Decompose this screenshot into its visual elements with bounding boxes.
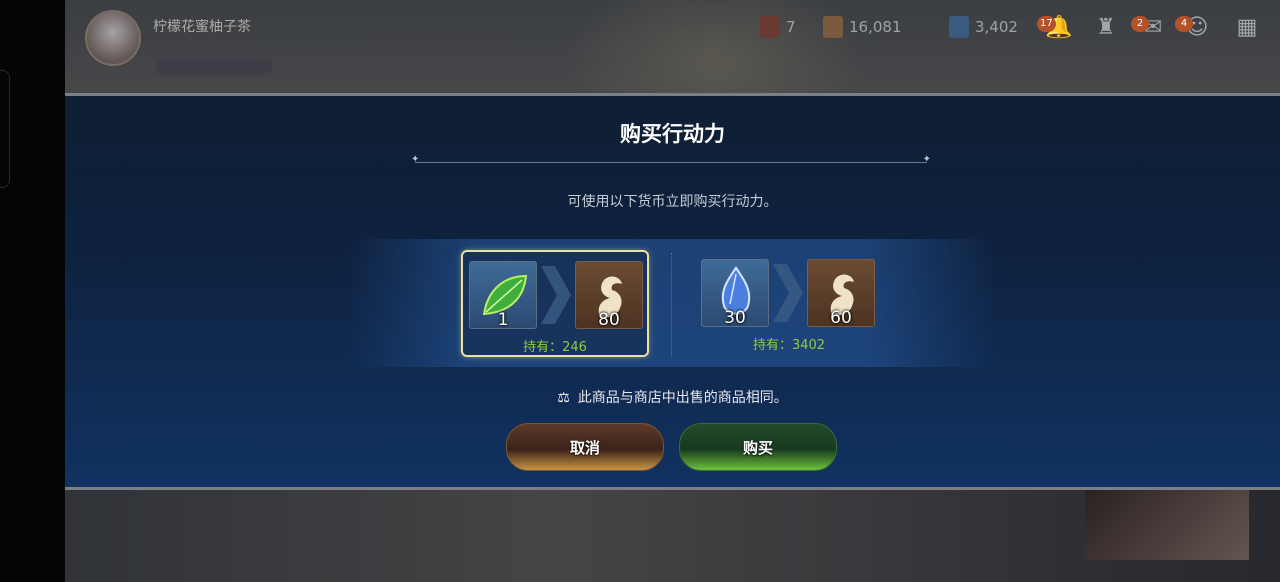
stamina-value: 7 (786, 18, 796, 36)
guild-icon: ♜ (1096, 14, 1116, 40)
gold-value: 16,081 (849, 18, 902, 36)
gem-resource[interactable]: 3,402 (949, 16, 1018, 38)
buy-stamina-dialog: 购买行动力 可使用以下货币立即购买行动力。 1 80 持有：246 (65, 93, 1280, 490)
shop-note-text: 此商品与商店中出售的商品相同。 (577, 390, 788, 406)
owned-amount: 持有：246 (523, 340, 587, 355)
guild-button[interactable]: ♜ (1090, 12, 1122, 42)
cancel-button[interactable]: 取消 (506, 423, 664, 471)
cost-amount: 30 (724, 308, 746, 328)
chat-button[interactable]: ☺ 4 (1175, 12, 1213, 42)
gain-amount: 80 (598, 310, 620, 330)
cost-amount: 1 (497, 310, 509, 330)
dialog-title: 购买行动力 (620, 122, 725, 146)
arrow-icon (773, 264, 803, 322)
purchase-option-leaf[interactable]: 1 80 持有：246 (461, 250, 649, 357)
character-portrait[interactable] (1085, 490, 1249, 560)
cost-slot: 1 (469, 261, 537, 330)
dialog-description: 可使用以下货币立即购买行动力。 (567, 194, 778, 210)
grid-menu-icon: ▦ (1236, 14, 1258, 40)
shop-note: ⚖ 此商品与商店中出售的商品相同。 (65, 387, 1280, 407)
player-name: 柠檬花蜜柚子茶 (153, 19, 251, 35)
stamina-resource[interactable]: 7 (760, 16, 796, 38)
player-sub-label (155, 58, 273, 76)
top-hud: 柠檬花蜜柚子茶 7 16,081 3,402 🔔 17 ♜ ✉ 2 ☺ 4 ▦ (65, 0, 1280, 76)
gain-slot: 60 (807, 259, 875, 328)
menu-button[interactable]: ▦ (1231, 12, 1263, 42)
purchase-option-crystal[interactable]: 30 60 持有：3402 (695, 250, 883, 357)
gold-icon (823, 16, 843, 38)
chat-badge: 4 (1175, 16, 1193, 32)
buy-button[interactable]: 购买 (679, 423, 837, 471)
options-band (347, 239, 997, 367)
arrow-icon (541, 266, 571, 324)
gain-slot: 80 (575, 261, 643, 330)
gem-value: 3,402 (975, 18, 1018, 36)
player-avatar[interactable] (85, 10, 141, 66)
mail-button[interactable]: ✉ 2 (1131, 12, 1169, 42)
stamina-icon (760, 16, 780, 38)
gem-icon (949, 16, 969, 38)
notification-badge: 17 (1037, 16, 1056, 32)
gold-resource[interactable]: 16,081 (823, 16, 902, 38)
screen-left-edge (0, 0, 65, 582)
cost-slot: 30 (701, 259, 769, 328)
title-divider (411, 154, 931, 165)
screen-notch (0, 70, 10, 188)
mail-badge: 2 (1131, 16, 1149, 32)
owned-amount: 持有：3402 (752, 338, 826, 353)
options-divider (671, 253, 672, 357)
scale-icon: ⚖ (557, 390, 570, 406)
notification-button[interactable]: 🔔 17 (1037, 12, 1075, 42)
gain-amount: 60 (830, 308, 852, 328)
